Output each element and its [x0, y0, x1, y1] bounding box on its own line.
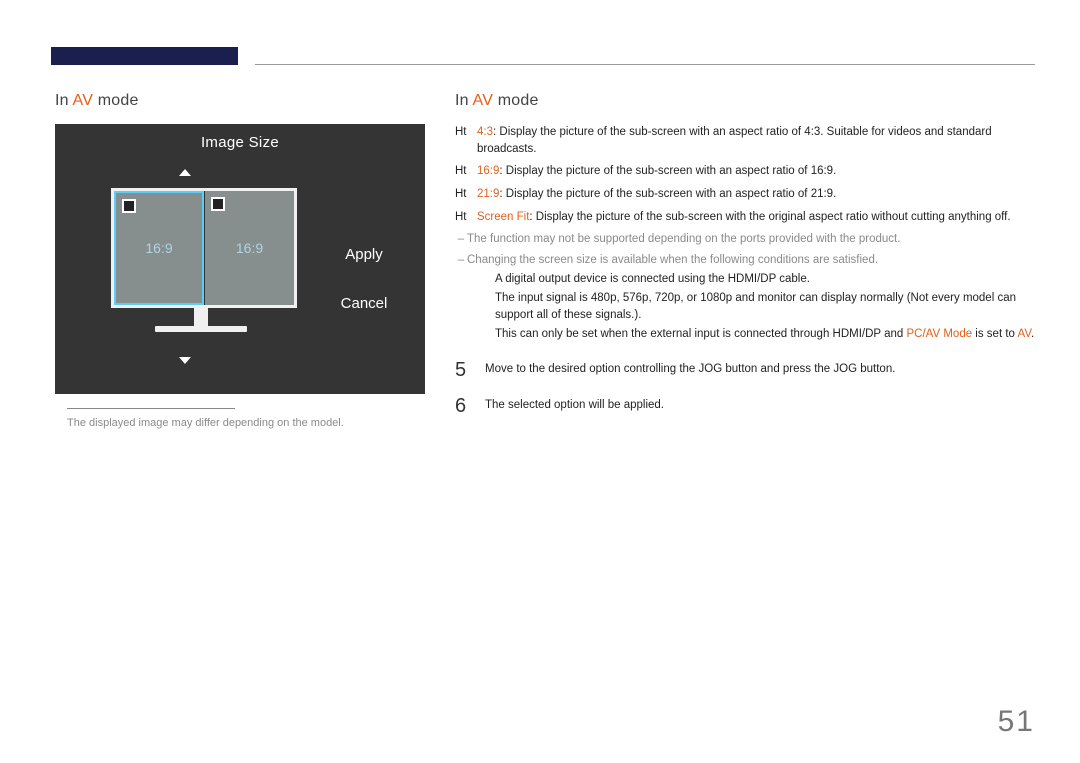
left-title-prefix: In — [55, 92, 73, 109]
item-ratio: 21:9 — [477, 188, 499, 200]
step-item: 5 Move to the desired option controlling… — [455, 360, 1040, 380]
page-number: 51 — [998, 705, 1035, 739]
header-rule — [255, 64, 1035, 65]
monitor-stand-base — [155, 326, 247, 332]
step-number: 6 — [455, 396, 485, 416]
osd-buttons: Apply Cancel — [315, 164, 425, 394]
left-footnote: The displayed image may differ depending… — [55, 417, 455, 429]
arrow-up-icon — [179, 169, 191, 176]
osd-preview-area: 16:9 16:9 — [55, 164, 315, 394]
sub3-prefix: This can only be set when the external i… — [495, 328, 903, 340]
sub3-hl2: AV — [1018, 328, 1031, 340]
item-text: : Display the picture of the sub-screen … — [477, 126, 992, 155]
apply-button[interactable]: Apply — [315, 246, 413, 263]
step-number: 5 — [455, 360, 485, 380]
left-title-hl: AV — [73, 92, 94, 109]
step-item: 6 The selected option will be applied. — [455, 396, 1040, 416]
item-tag: Ht — [455, 209, 477, 226]
sub-item: This can only be set when the external i… — [495, 326, 1040, 343]
item-text: : Display the picture of the sub-screen … — [499, 165, 836, 177]
note-line: – Changing the screen size is available … — [455, 252, 1040, 269]
arrow-down-icon — [179, 357, 191, 364]
note-text: The function may not be supported depend… — [467, 231, 900, 248]
osd-title: Image Size — [55, 124, 425, 159]
item-text: : Display the picture of the sub-screen … — [529, 211, 1010, 223]
screen-right-half: 16:9 — [204, 191, 294, 305]
monitor-stand-neck — [194, 308, 208, 326]
sub3-mid: is set to — [972, 328, 1017, 340]
item-tag: Ht — [455, 124, 477, 141]
left-section-title: In AV mode — [55, 92, 455, 110]
item-body: 16:9: Display the picture of the sub-scr… — [477, 163, 1040, 180]
list-item: Ht Screen Fit: Display the picture of th… — [455, 209, 1040, 226]
item-tag: Ht — [455, 186, 477, 203]
sub-item: A digital output device is connected usi… — [495, 271, 1040, 288]
footnote-rule — [67, 408, 235, 409]
item-ratio: 16:9 — [477, 165, 499, 177]
sub3-end: . — [1031, 328, 1034, 340]
right-section-title: In AV mode — [455, 92, 1040, 110]
ratio-left-label: 16:9 — [145, 240, 172, 256]
osd-body: 16:9 16:9 Apply Cancel — [55, 164, 425, 394]
monitor-graphic: 16:9 16:9 — [111, 188, 291, 332]
ratio-right-label: 16:9 — [236, 240, 263, 256]
screen-left-half: 16:9 — [114, 191, 204, 305]
item-tag: Ht — [455, 163, 477, 180]
right-title-suffix: mode — [493, 92, 538, 109]
chapter-swatch — [51, 47, 238, 65]
list-item: Ht 4:3: Display the picture of the sub-s… — [455, 124, 1040, 157]
list-item: Ht 16:9: Display the picture of the sub-… — [455, 163, 1040, 180]
sub3-hl1: PC/AV Mode — [906, 328, 972, 340]
item-ratio: Screen Fit — [477, 211, 529, 223]
step-text: Move to the desired option controlling t… — [485, 360, 895, 375]
step-text: The selected option will be applied. — [485, 396, 664, 411]
note-text: Changing the screen size is available wh… — [467, 252, 878, 269]
dash-bullet-icon: – — [455, 231, 467, 248]
item-body: Screen Fit: Display the picture of the s… — [477, 209, 1040, 226]
cancel-button[interactable]: Cancel — [315, 295, 413, 312]
note-line: – The function may not be supported depe… — [455, 231, 1040, 248]
osd-screenshot: Image Size 16:9 16:9 — [55, 124, 425, 394]
monitor-screen: 16:9 16:9 — [111, 188, 297, 308]
pip-indicator-right — [211, 197, 225, 211]
item-text: : Display the picture of the sub-screen … — [499, 188, 836, 200]
item-ratio: 4:3 — [477, 126, 493, 138]
page-root: { "left": { "section_prefix": "In ", "se… — [0, 0, 1080, 763]
pip-indicator-left — [122, 199, 136, 213]
right-column: In AV mode Ht 4:3: Display the picture o… — [455, 92, 1040, 416]
list-item: Ht 21:9: Display the picture of the sub-… — [455, 186, 1040, 203]
right-title-prefix: In — [455, 92, 473, 109]
sub-item: The input signal is 480p, 576p, 720p, or… — [495, 290, 1040, 325]
dash-bullet-icon: – — [455, 252, 467, 269]
right-title-hl: AV — [473, 92, 494, 109]
left-title-suffix: mode — [93, 92, 138, 109]
left-column: In AV mode Image Size 16:9 — [55, 92, 455, 429]
sub-conditions: A digital output device is connected usi… — [455, 271, 1040, 344]
item-body: 4:3: Display the picture of the sub-scre… — [477, 124, 1040, 157]
item-body: 21:9: Display the picture of the sub-scr… — [477, 186, 1040, 203]
